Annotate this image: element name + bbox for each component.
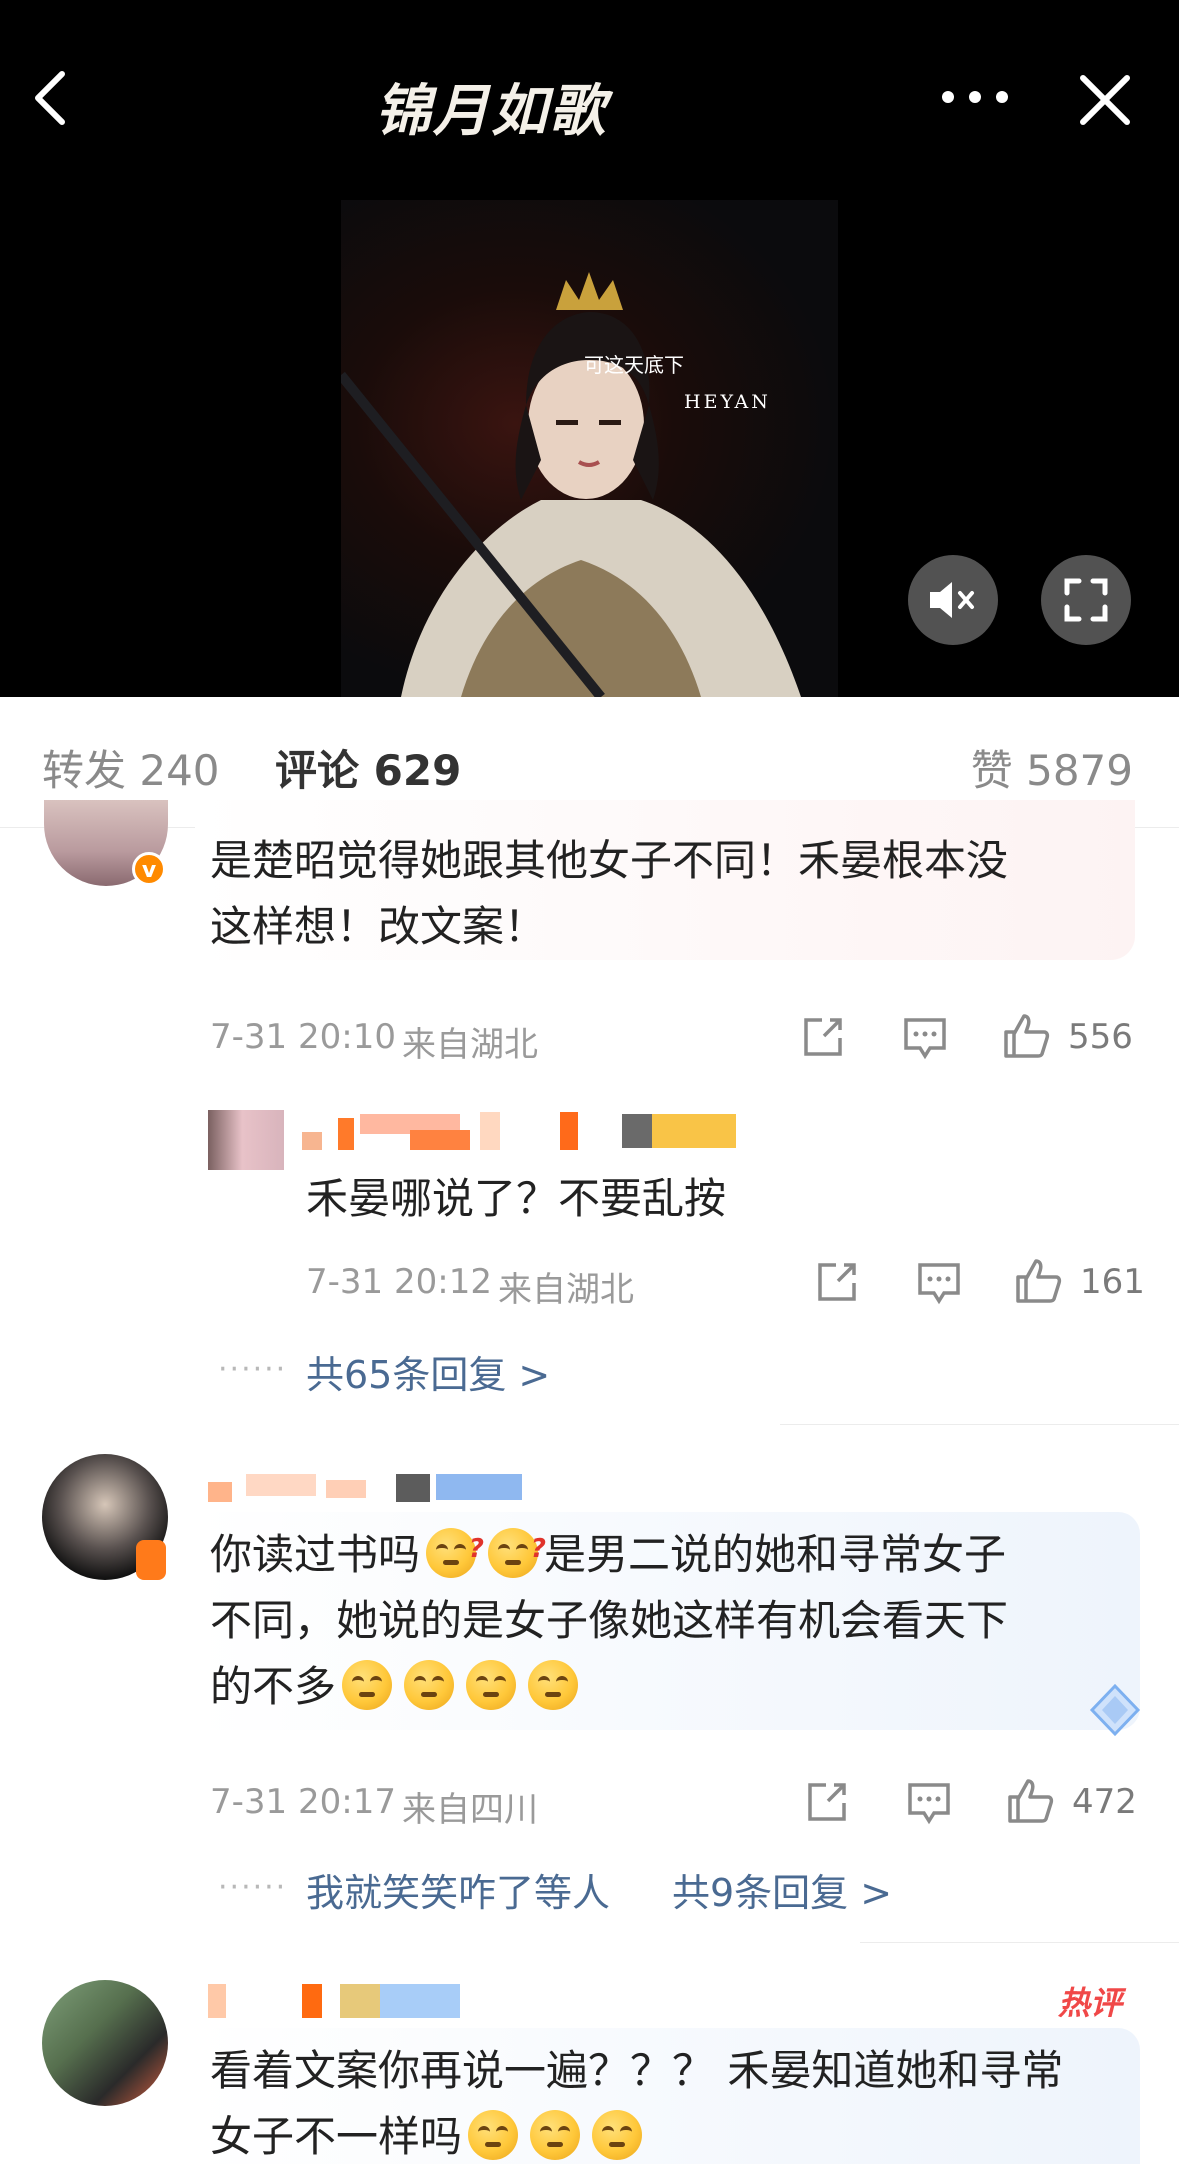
comment-time: 7-31 20:17 <box>210 1782 396 1822</box>
eyeroll-emoji-icon <box>466 1660 517 1710</box>
comment-text: 的不多 <box>210 1654 584 1720</box>
comment-text: 是楚昭觉得她跟其他女子不同！禾晏根本没 <box>210 836 1009 885</box>
diamond-decoration-icon <box>1089 1683 1141 1737</box>
show-logo: 锦月如歌 <box>375 78 607 144</box>
thinking-emoji-icon: ? <box>426 1528 484 1578</box>
eyeroll-emoji-icon <box>404 1660 455 1710</box>
like-count: 472 <box>1072 1782 1137 1822</box>
reply-text: 禾晏哪说了？不要乱按 <box>306 1174 727 1223</box>
share-icon[interactable] <box>814 1259 860 1305</box>
comment-text-part: 女子不一样吗 <box>210 2112 463 2161</box>
fullscreen-button[interactable] <box>1041 555 1131 645</box>
comment-text-part: 是男二说的她和寻常女子 <box>544 1530 1007 1579</box>
like-count: 556 <box>1068 1017 1133 1057</box>
video-header: 锦月如歌 可这天底下 HEYAN <box>0 0 1179 697</box>
hot-comment-badge: 热评 <box>1058 1984 1123 2022</box>
thinking-emoji-icon: ? <box>488 1528 546 1578</box>
blurred-username <box>208 1984 460 2018</box>
like-icon[interactable] <box>1006 1777 1054 1825</box>
reply-icon[interactable] <box>902 1016 948 1060</box>
eyeroll-emoji-icon <box>342 1660 393 1710</box>
fullscreen-icon <box>1064 578 1108 622</box>
comment-text: 你读过书吗?? 是男二说的她和寻常女子 <box>210 1522 1006 1588</box>
avatar[interactable] <box>208 1110 284 1170</box>
reply-preview-link[interactable]: 我就笑笑咋了等人 <box>306 1862 610 1917</box>
like-count: 161 <box>1080 1262 1145 1302</box>
share-icon[interactable] <box>804 1779 850 1825</box>
eyeroll-emoji-icon <box>528 1660 579 1710</box>
comment-text: 不同，她说的是女子像她这样有机会看天下 <box>210 1596 1009 1645</box>
divider <box>780 1424 1179 1425</box>
speechless-emoji-icon <box>468 2110 519 2160</box>
more-icon[interactable] <box>940 82 1010 112</box>
reply-time: 7-31 20:12 <box>306 1262 492 1302</box>
comment-text: 女子不一样吗 <box>210 2104 648 2170</box>
comment-time: 7-31 20:10 <box>210 1017 396 1057</box>
speechless-emoji-icon <box>530 2110 581 2160</box>
speechless-emoji-icon <box>592 2110 643 2160</box>
tab-repost[interactable]: 转发 240 <box>42 737 220 798</box>
avatar[interactable] <box>42 1980 168 2106</box>
blurred-username <box>302 1112 736 1150</box>
mute-button[interactable] <box>908 555 998 645</box>
reply-location: 来自湖北 <box>498 1270 634 1310</box>
thread-dots: ······ <box>218 1870 288 1905</box>
back-icon[interactable] <box>28 68 78 128</box>
tab-like[interactable]: 赞 5879 <box>971 737 1133 798</box>
comment-text-part: 的不多 <box>210 1662 337 1711</box>
like-icon[interactable] <box>1002 1012 1050 1060</box>
thread-dots: ······ <box>218 1352 288 1387</box>
reply-icon[interactable] <box>906 1781 952 1825</box>
video-subtitle-en: HEYAN <box>684 391 771 413</box>
speaker-muted-icon <box>930 582 974 618</box>
avatar-badge <box>136 1540 166 1580</box>
tab-comment[interactable]: 评论 629 <box>275 737 461 798</box>
comment-text-part: 你读过书吗 <box>210 1530 421 1579</box>
more-replies-link[interactable]: 共65条回复 > <box>306 1344 550 1399</box>
video-subtitle: 可这天底下 <box>584 353 684 377</box>
share-icon[interactable] <box>800 1014 846 1060</box>
comment-location: 来自湖北 <box>402 1025 538 1065</box>
like-icon[interactable] <box>1014 1257 1062 1305</box>
comment-text: 看着文案你再说一遍？？？ 禾晏知道她和寻常 <box>210 2046 1064 2095</box>
video-frame <box>341 272 801 697</box>
blurred-username <box>208 1474 522 1502</box>
video-player[interactable]: 可这天底下 HEYAN <box>341 200 838 697</box>
more-replies-link[interactable]: 共9条回复 > <box>672 1862 892 1917</box>
comment-text: 这样想！改文案！ <box>210 902 547 951</box>
divider <box>860 1942 1179 1943</box>
close-icon[interactable] <box>1075 70 1135 130</box>
verified-badge: v <box>132 852 166 886</box>
comment-location: 来自四川 <box>402 1790 538 1830</box>
reply-icon[interactable] <box>916 1261 962 1305</box>
